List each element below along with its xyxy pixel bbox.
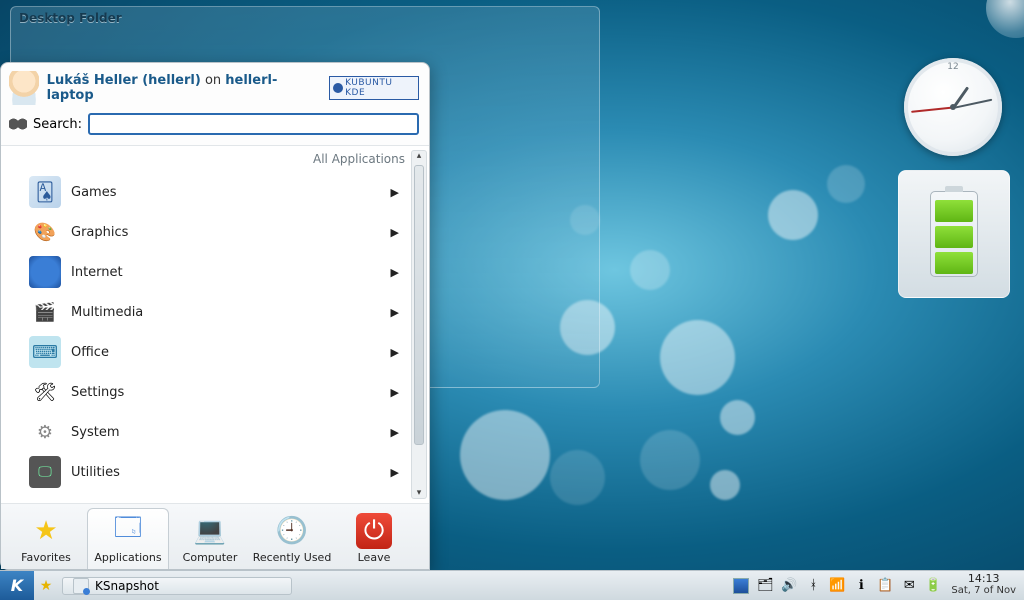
category-internet[interactable]: Internet▶ [1, 252, 409, 292]
category-label: Internet [71, 265, 391, 280]
computer-icon: 💻 [192, 513, 228, 549]
chevron-right-icon: ▶ [391, 306, 399, 319]
tab-label: Computer [169, 551, 251, 564]
scrollbar[interactable]: ▴ ▾ [411, 150, 427, 499]
user-line: Lukáš Heller (hellerl) on hellerl-laptop [47, 73, 322, 103]
settings-icon [29, 376, 61, 408]
chevron-right-icon: ▶ [391, 386, 399, 399]
tab-recently-used[interactable]: 🕘 Recently Used [251, 509, 333, 569]
tab-leave[interactable]: ⏻ Leave [333, 509, 415, 569]
internet-icon [29, 256, 61, 288]
scroll-down-icon[interactable]: ▾ [412, 488, 426, 498]
taskbar-item-label: KSnapshot [95, 579, 159, 593]
category-games[interactable]: Games▶ [1, 172, 409, 212]
category-system[interactable]: System▶ [1, 412, 409, 452]
quicklaunch-star-icon[interactable]: ★ [34, 578, 58, 594]
office-icon [29, 336, 61, 368]
chevron-right-icon: ▶ [391, 466, 399, 479]
network-icon[interactable]: 📶 [829, 578, 845, 594]
scroll-thumb[interactable] [414, 165, 424, 445]
user-avatar-icon [9, 71, 39, 105]
leave-icon: ⏻ [356, 513, 392, 549]
tab-label: Leave [333, 551, 415, 564]
utilities-icon [29, 456, 61, 488]
category-label: Graphics [71, 225, 391, 240]
clock-numeral-12: 12 [947, 62, 958, 72]
category-multimedia[interactable]: Multimedia▶ [1, 292, 409, 332]
bluetooth-icon[interactable]: ᚼ [805, 578, 821, 594]
graphics-icon [29, 216, 61, 248]
battery-icon[interactable]: 🔋 [925, 578, 941, 594]
user-display-name: Lukáš Heller (hellerl) [47, 73, 201, 88]
kickoff-button[interactable]: K [0, 571, 34, 600]
ksnapshot-icon [73, 578, 89, 594]
battery-widget[interactable] [898, 170, 1010, 298]
tab-favorites[interactable]: ★ Favorites [5, 509, 87, 569]
tab-applications[interactable]: 🗔 Applications [87, 508, 169, 569]
multimedia-icon [29, 296, 61, 328]
category-label: Utilities [71, 465, 391, 480]
breadcrumb[interactable]: All Applications [313, 152, 405, 166]
desktop-pager-icon[interactable] [733, 578, 749, 594]
category-settings[interactable]: Settings▶ [1, 372, 409, 412]
desktop-folder-title: Desktop Folder [11, 7, 599, 29]
clipboard-icon[interactable]: 📋 [877, 578, 893, 594]
taskbar: K ★ KSnapshot 🗂 🔊 ᚼ 📶 ℹ 📋 ✉ 🔋 14:13 Sat, 7 of N… [0, 570, 1024, 600]
mail-icon[interactable]: ✉ [901, 578, 917, 594]
favorites-icon: ★ [28, 513, 64, 549]
plasma-cashew[interactable] [986, 0, 1024, 38]
category-office[interactable]: Office▶ [1, 332, 409, 372]
recently-used-icon: 🕘 [274, 513, 310, 549]
system-icon [29, 416, 61, 448]
chevron-right-icon: ▶ [391, 426, 399, 439]
category-graphics[interactable]: Graphics▶ [1, 212, 409, 252]
tab-label: Applications [88, 551, 168, 564]
chevron-right-icon: ▶ [391, 266, 399, 279]
category-utilities[interactable]: Utilities▶ [1, 452, 409, 492]
category-label: System [71, 425, 391, 440]
panel-time: 14:13 [951, 573, 1016, 585]
chevron-right-icon: ▶ [391, 346, 399, 359]
volume-icon[interactable]: 🔊 [781, 578, 797, 594]
chevron-right-icon: ▶ [391, 226, 399, 239]
panel-date: Sat, 7 of Nov [951, 585, 1016, 597]
games-icon [29, 176, 61, 208]
info-icon[interactable]: ℹ [853, 578, 869, 594]
category-label: Multimedia [71, 305, 391, 320]
kubuntu-kde-badge[interactable]: KUBUNTU KDE [329, 76, 419, 100]
search-input[interactable] [88, 113, 419, 135]
kickoff-launcher: Lukáš Heller (hellerl) on hellerl-laptop… [0, 62, 430, 570]
tab-computer[interactable]: 💻 Computer [169, 509, 251, 569]
applications-icon: 🗔 [110, 513, 146, 549]
tab-label: Favorites [5, 551, 87, 564]
clock-second-hand [911, 107, 953, 113]
scroll-up-icon[interactable]: ▴ [412, 151, 426, 161]
category-label: Settings [71, 385, 391, 400]
category-label: Games [71, 185, 391, 200]
panel-clock[interactable]: 14:13 Sat, 7 of Nov [947, 571, 1024, 600]
taskbar-item-ksnapshot[interactable]: KSnapshot [62, 577, 292, 595]
tab-label: Recently Used [251, 551, 333, 564]
search-label: Search: [33, 117, 82, 132]
binoculars-icon [9, 117, 27, 131]
kubuntu-logo-icon [333, 83, 343, 93]
folder-open-icon[interactable]: 🗂 [757, 578, 773, 594]
battery-icon [930, 191, 978, 277]
category-label: Office [71, 345, 391, 360]
chevron-right-icon: ▶ [391, 186, 399, 199]
analog-clock-widget[interactable]: 12 [904, 58, 1002, 156]
